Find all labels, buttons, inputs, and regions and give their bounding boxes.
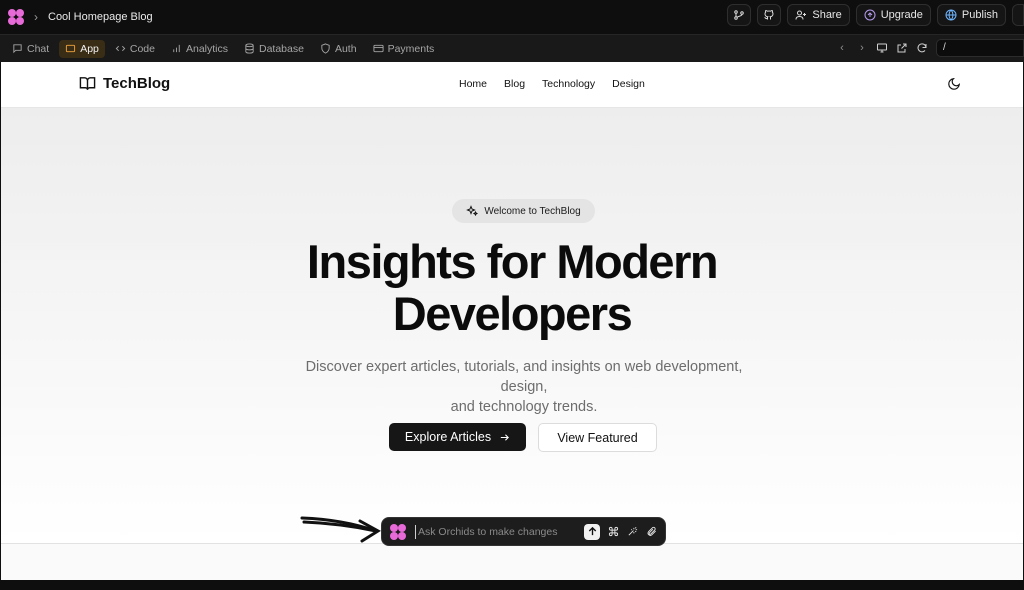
browser-tools: ‹ › /: [836, 39, 1024, 57]
tab-label: Payments: [387, 42, 435, 55]
git-branch-icon: [734, 10, 745, 20]
top-actions: Share Upgrade Publish: [727, 4, 1024, 26]
project-title[interactable]: Cool Homepage Blog: [48, 11, 153, 23]
breadcrumb-chevron-icon: ›: [34, 10, 38, 24]
sparkles-icon: [466, 205, 479, 217]
profile-avatar[interactable]: [1012, 4, 1024, 26]
share-button[interactable]: Share: [787, 4, 850, 26]
app-window-icon: [66, 44, 76, 53]
chat-icon: [13, 44, 22, 54]
site-nav: Home Blog Technology Design: [459, 78, 645, 90]
view-featured-button[interactable]: View Featured: [538, 423, 657, 452]
subtitle-line-1: Discover expert articles, tutorials, and…: [305, 359, 743, 395]
nav-design[interactable]: Design: [612, 78, 645, 90]
annotation-arrow-icon: [300, 516, 381, 543]
orchids-logo-icon[interactable]: [8, 9, 24, 25]
orchids-flower-icon: [390, 523, 406, 540]
chat-actions: [584, 523, 657, 540]
site-header: TechBlog Home Blog Technology Design: [1, 62, 1023, 108]
branch-button[interactable]: [727, 4, 752, 26]
brand-logo[interactable]: TechBlog: [79, 75, 170, 92]
tab-analytics[interactable]: Analytics: [165, 40, 234, 58]
tab-chat[interactable]: Chat: [6, 40, 55, 58]
database-icon: [245, 43, 254, 54]
nav-technology[interactable]: Technology: [542, 78, 595, 90]
refresh-icon[interactable]: [916, 42, 928, 54]
moon-icon[interactable]: [947, 77, 961, 91]
publish-label: Publish: [961, 9, 998, 21]
open-external-icon[interactable]: [896, 42, 908, 54]
desktop-preview-icon[interactable]: [876, 42, 888, 54]
add-user-icon: [795, 10, 807, 20]
top-bar: › Cool Homepage Blog Share Upgrade Publi…: [0, 0, 1024, 34]
orchids-chat-bar: [381, 517, 666, 546]
tab-label: Chat: [27, 42, 50, 55]
tab-bar: Chat App Code Analytics Database Auth Pa…: [0, 34, 1024, 62]
badge-label: Welcome to TechBlog: [484, 205, 581, 217]
upgrade-button[interactable]: Upgrade: [855, 4, 931, 26]
upgrade-circle-icon: [864, 9, 876, 21]
chat-input[interactable]: [415, 524, 584, 539]
shield-icon: [321, 43, 330, 54]
share-label: Share: [812, 9, 842, 21]
tab-database[interactable]: Database: [238, 40, 310, 58]
view-featured-label: View Featured: [557, 430, 638, 445]
next-section-edge: [1, 543, 1023, 580]
tab-app[interactable]: App: [59, 39, 105, 58]
globe-icon: [945, 9, 957, 21]
back-icon[interactable]: ‹: [836, 42, 848, 54]
arrow-right-icon: [500, 433, 510, 441]
bottom-strip: [0, 580, 1024, 590]
hero-section: Welcome to TechBlog Insights for Modern …: [1, 108, 1023, 543]
brand-name: TechBlog: [103, 75, 171, 92]
arrow-up-icon: [588, 526, 596, 536]
nav-blog[interactable]: Blog: [504, 78, 525, 90]
tab-label: Code: [129, 42, 155, 55]
url-bar[interactable]: /: [936, 39, 1024, 57]
upgrade-label: Upgrade: [880, 9, 923, 21]
tab-label: Auth: [334, 42, 357, 55]
bar-chart-icon: [173, 44, 180, 53]
tab-code[interactable]: Code: [109, 40, 161, 58]
publish-button[interactable]: Publish: [936, 4, 1006, 26]
book-open-icon: [79, 77, 96, 91]
paperclip-icon[interactable]: [646, 526, 657, 537]
nav-home[interactable]: Home: [459, 78, 487, 90]
subtitle-line-2: and technology trends.: [450, 399, 598, 415]
send-button[interactable]: [584, 523, 600, 540]
magic-wand-icon[interactable]: [627, 526, 638, 537]
forward-icon[interactable]: ›: [856, 42, 868, 54]
explore-articles-button[interactable]: Explore Articles: [389, 423, 526, 451]
explore-articles-label: Explore Articles: [404, 430, 492, 444]
tab-label: App: [80, 42, 99, 55]
credit-card-icon: [373, 44, 384, 53]
hero-headline: Insights for Modern Developers: [1, 236, 1023, 340]
tab-label: Database: [259, 42, 304, 55]
github-button[interactable]: [757, 4, 782, 26]
headline-line-1: Insights for Modern: [306, 235, 719, 288]
hero-subtitle: Discover expert articles, tutorials, and…: [281, 357, 767, 417]
code-icon: [115, 45, 126, 52]
tab-payments[interactable]: Payments: [367, 40, 441, 58]
command-icon[interactable]: [608, 526, 619, 537]
headline-line-2: Developers: [392, 287, 633, 340]
tab-auth[interactable]: Auth: [314, 40, 363, 58]
app-preview: TechBlog Home Blog Technology Design Wel…: [1, 62, 1023, 580]
tab-label: Analytics: [185, 42, 228, 55]
github-icon: [764, 10, 774, 20]
cta-row: Explore Articles View Featured: [389, 423, 657, 452]
welcome-badge: Welcome to TechBlog: [452, 199, 595, 223]
